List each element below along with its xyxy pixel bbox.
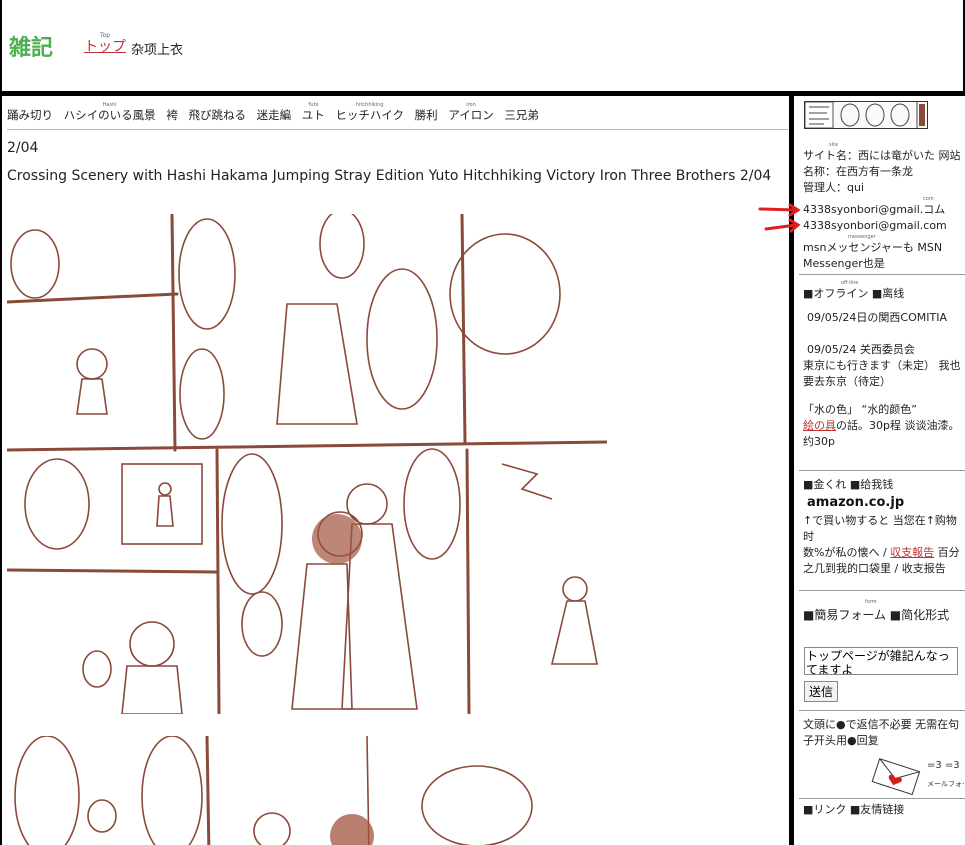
event-item: 09/05/24日の関西COMITIA (807, 311, 947, 324)
nav-item[interactable]: 袴 (166, 108, 178, 122)
top-nav: トップTop (84, 32, 126, 56)
main-content: 踊み切り ハシイのいる風景Hashi 袴 飛び跳ねる 迷走編 ユトYuto ヒッ… (0, 96, 794, 845)
offline-heading: ■オフライン ■离线 (803, 287, 905, 300)
top-translation: 杂项上衣 (131, 43, 184, 58)
form-heading: ■簡易フォーム ■简化形式 (803, 608, 950, 622)
amazon-logo[interactable]: amazon.co.jp (807, 495, 963, 511)
paint-link[interactable]: 絵の具 (803, 419, 836, 432)
post-title: Crossing Scenery with Hashi Hakama Jumpi… (7, 168, 772, 184)
site-info: site サイト名：西には竜がいた 网站名称：在西方有一条龙 管理人：qui c… (803, 142, 963, 272)
nav-item[interactable]: 踊み切り (7, 108, 53, 122)
sidebar-divider (799, 798, 965, 799)
offline-section: off-line ■オフライン ■离线 09/05/24日の関西COMITIA … (803, 280, 963, 450)
post-date: 2/04 (7, 140, 39, 156)
nav-divider (7, 129, 788, 130)
site-logo[interactable]: 雑記 (9, 30, 53, 62)
nav-item[interactable]: 三兄弟 (504, 108, 539, 122)
category-nav: 踊み切り ハシイのいる風景Hashi 袴 飛び跳ねる 迷走編 ユトYuto ヒッ… (7, 102, 546, 123)
amazon-text: ↑で買い物すると 当您在↑购物时 (803, 514, 957, 543)
event-item: 09/05/24 关西委员会 (807, 343, 915, 356)
email-jp: 4338syonbori@gmail.コム (803, 203, 946, 216)
report-link[interactable]: 収支報告 (890, 546, 934, 559)
nav-item[interactable]: ハシイのいる風景Hashi (64, 102, 156, 122)
reply-note: 文頭に●で返信不必要 无需在句子开头用●回复 (803, 718, 960, 747)
nav-item[interactable]: アイロンiron (448, 102, 493, 122)
nav-item[interactable]: ユトYuto (302, 102, 325, 122)
sidebar-divider (799, 274, 965, 275)
admin-name: 管理人：qui (803, 181, 865, 194)
email-address: 4338syonbori@gmail.com (803, 219, 947, 232)
mail-form-icon[interactable]: =3 =3 メールフォーム (869, 748, 964, 796)
nav-item[interactable]: 飛び跳ねる (188, 108, 246, 122)
nav-item[interactable]: 勝利 (415, 108, 438, 122)
sidebar-divider (799, 590, 965, 591)
amazon-text2: 数%が私の懐へ / 収支報告 百分之几到我的口袋里 / 收支报告 (803, 546, 960, 575)
sidebar: site サイト名：西には竜がいた 网站名称：在西方有一条龙 管理人：qui c… (799, 96, 965, 845)
send-button[interactable]: 送信 (804, 681, 839, 702)
top-ruby: Top (84, 32, 126, 39)
sidebar-divider (799, 710, 965, 711)
messenger-text: msnメッセンジャーも MSN Messenger也是 (803, 241, 943, 270)
book-desc: 絵の具の話。30p程 谈谈油漆。约30p (803, 419, 960, 448)
tokyo-note: 東京にも行きます（未定） 我也要去东京（待定） (803, 359, 961, 388)
donation-heading: ■金くれ ■给我钱 (803, 478, 894, 491)
comic-sketch-image-2 (14, 736, 533, 845)
annotation-arrows (758, 203, 801, 233)
site-header: 雑記 トップTop 杂项上衣 (0, 0, 965, 96)
form-section: form ■簡易フォーム ■简化形式 (803, 599, 963, 625)
links-heading: ■リンク ■友情链接 (803, 803, 905, 816)
site-banner[interactable] (804, 101, 928, 129)
donation-section: ■金くれ ■给我钱 amazon.co.jp ↑で買い物すると 当您在↑购物时 … (803, 477, 963, 577)
book-title: 「水の色」 “水的颜色” (803, 403, 917, 416)
top-link[interactable]: トップ (84, 39, 126, 55)
site-name: サイト名：西には竜がいた 网站名称：在西方有一条龙 (803, 149, 961, 178)
sidebar-divider (799, 470, 965, 471)
svg-text:メールフォーム: メールフォーム (927, 780, 964, 788)
nav-item[interactable]: 迷走編 (257, 108, 292, 122)
svg-text:=3 =3: =3 =3 (927, 760, 960, 771)
nav-item[interactable]: ヒッチハイクhitchhiking (335, 102, 404, 122)
form-textarea[interactable]: トップページが雑記んなってますよ (804, 647, 958, 675)
comic-sketch-image (7, 214, 607, 714)
